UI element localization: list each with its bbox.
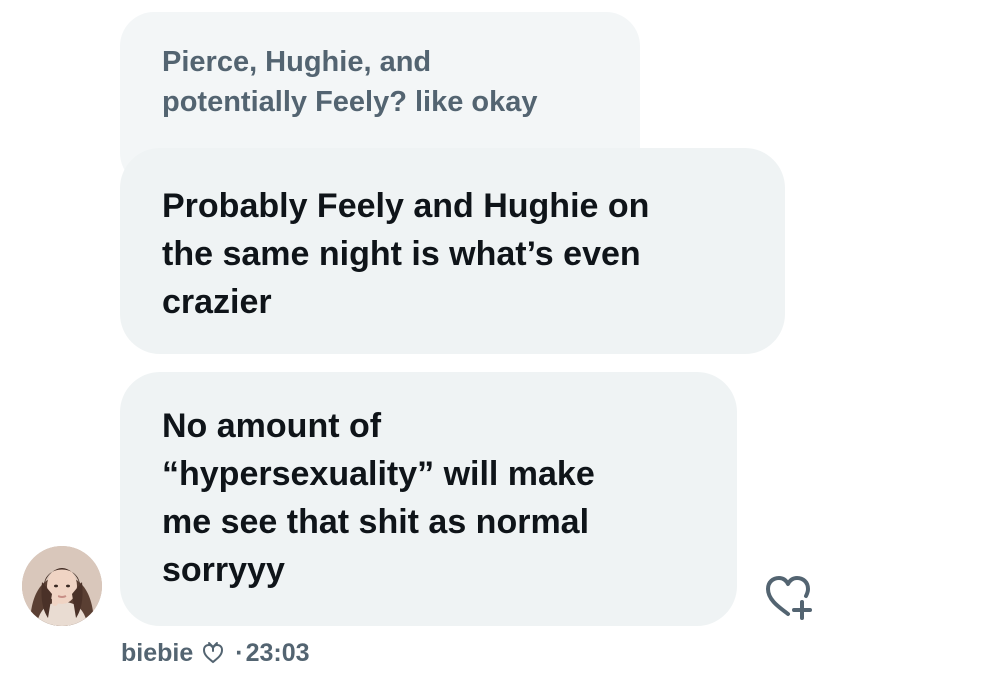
add-reaction-button[interactable] xyxy=(760,572,820,622)
message-meta: biebie · 23:03 xyxy=(121,636,310,670)
message-timestamp: 23:03 xyxy=(245,638,310,667)
heart-plus-icon xyxy=(766,576,812,620)
quoted-message-text: Pierce, Hughie, and potentially Feely? l… xyxy=(162,46,538,118)
message-bubble[interactable]: No amount of “hypersexuality” will make … xyxy=(120,372,737,626)
sender-name[interactable]: biebie xyxy=(121,639,193,668)
message-bubble[interactable]: Probably Feely and Hughie on the same ni… xyxy=(120,148,785,354)
profile-photo-icon xyxy=(22,546,102,626)
meta-separator: · xyxy=(235,638,244,667)
message-text: No amount of “hypersexuality” will make … xyxy=(162,407,595,589)
heart-with-ribbon-icon xyxy=(201,641,225,665)
message-text: Probably Feely and Hughie on the same ni… xyxy=(162,187,650,321)
avatar[interactable] xyxy=(22,546,102,626)
dm-conversation: Pierce, Hughie, and potentially Feely? l… xyxy=(0,0,989,676)
